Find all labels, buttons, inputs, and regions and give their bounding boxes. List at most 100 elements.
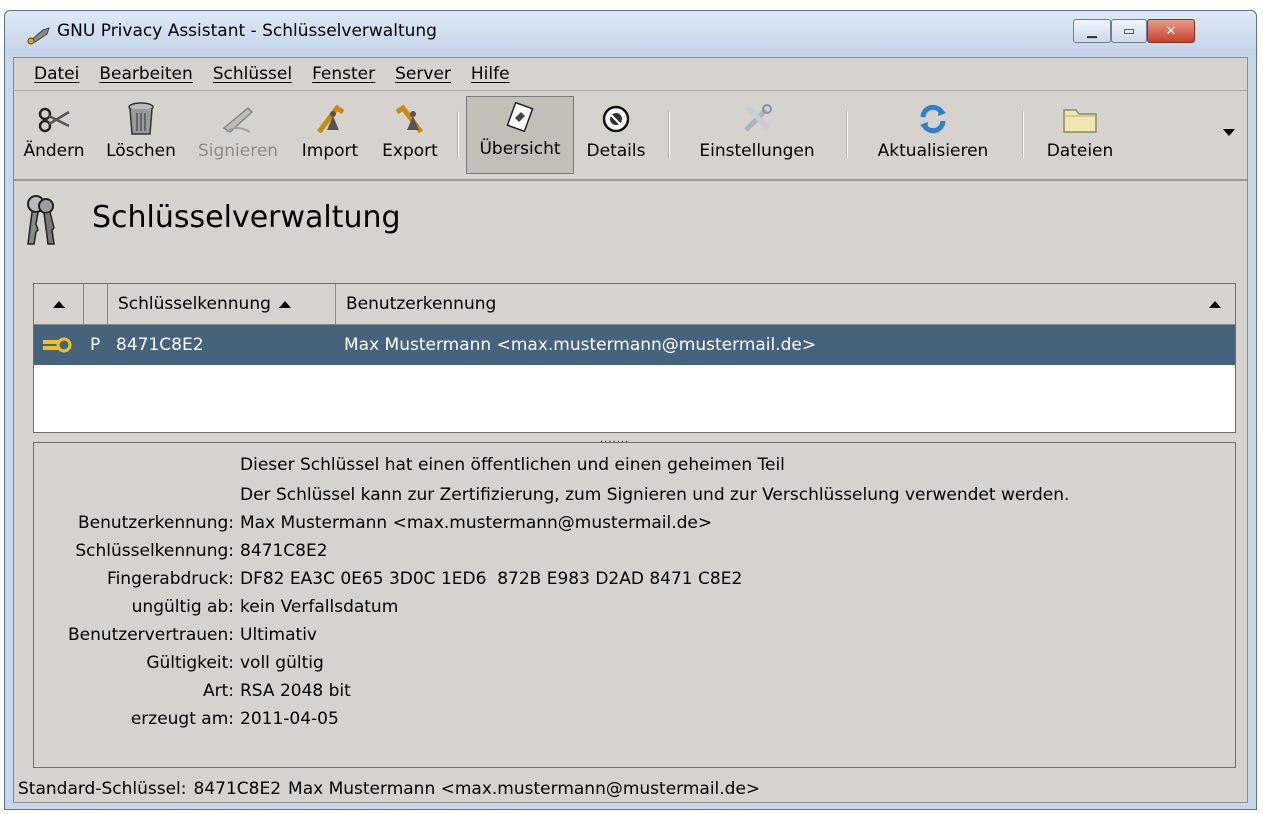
details-summary-line: Dieser Schlüssel hat einen öffentlichen … (240, 455, 785, 475)
import-button[interactable]: Import (292, 99, 368, 173)
details-label: Details (586, 141, 646, 161)
sign-button[interactable]: Signieren (190, 99, 286, 173)
settings-button[interactable]: Einstellungen (682, 99, 832, 173)
toolbar-separator (668, 111, 669, 159)
user-id-column-header[interactable]: Benutzerkennung (336, 284, 1235, 324)
detail-row: Fingerabdruck: DF82 EA3C 0E65 3D0C 1ED6 … (34, 569, 1224, 595)
detail-label: Schlüsselkennung: (75, 541, 234, 561)
export-label: Export (382, 141, 438, 161)
overview-card-icon (506, 102, 534, 132)
detail-label: ungültig ab: (131, 597, 234, 617)
overview-label: Übersicht (479, 139, 561, 159)
import-label: Import (301, 141, 359, 161)
sign-label: Signieren (197, 141, 279, 161)
sort-asc-icon (278, 300, 291, 308)
keyring-icon (27, 195, 55, 245)
menu-fenster[interactable]: Fenster (312, 64, 375, 84)
table-row[interactable]: P 8471C8E2 Max Mustermann <max.musterman… (34, 325, 1235, 365)
import-keys-icon (317, 104, 345, 134)
menu-bearbeiten[interactable]: Bearbeiten (99, 64, 192, 84)
user-id-header-label: Benutzerkennung (346, 294, 497, 314)
key-table: Schlüsselkennung Benutzerkennung P 8471C… (33, 283, 1236, 433)
refresh-label: Aktualisieren (877, 141, 989, 161)
detail-row: Gültigkeit: voll gültig (34, 653, 1224, 679)
detail-value: DF82 EA3C 0E65 3D0C 1ED6 872B E983 D2AD … (240, 569, 743, 589)
status-label: Standard-Schlüssel: (18, 779, 187, 799)
detail-row: erzeugt am: 2011-04-05 (34, 709, 1224, 735)
export-button[interactable]: Export (372, 99, 448, 173)
files-button[interactable]: Dateien (1032, 99, 1128, 173)
detail-label: erzeugt am: (130, 709, 234, 729)
detail-value: kein Verfallsdatum (240, 597, 399, 617)
user-id-cell: Max Mustermann <max.mustermann@mustermai… (344, 335, 817, 355)
sort-asc-icon (1209, 300, 1221, 308)
sign-pen-icon (222, 106, 254, 133)
menu-bar: Datei Bearbeiten Schlüssel Fenster Serve… (14, 58, 1247, 91)
detail-value: RSA 2048 bit (240, 681, 351, 701)
minimize-button[interactable]: ▁ (1073, 19, 1111, 43)
export-keys-icon (395, 104, 423, 134)
detail-value: 8471C8E2 (240, 541, 328, 561)
detail-label: Fingerabdruck: (107, 569, 234, 589)
delete-label: Löschen (106, 141, 176, 161)
key-id-cell: 8471C8E2 (116, 335, 204, 355)
key-id-header-label: Schlüsselkennung (118, 294, 271, 314)
menu-server[interactable]: Server (395, 64, 451, 84)
refresh-button[interactable]: Aktualisieren (856, 99, 1010, 173)
status-bar: Standard-Schlüssel: 8471C8E2 Max Musterm… (14, 776, 1247, 802)
details-disc-icon (602, 105, 630, 133)
trash-icon (128, 102, 154, 135)
overview-button[interactable]: Übersicht (466, 96, 574, 174)
detail-label: Benutzervertrauen: (67, 625, 234, 645)
tools-icon (744, 104, 772, 132)
menu-datei[interactable]: Datei (34, 64, 79, 84)
detail-row: ungültig ab: kein Verfallsdatum (34, 597, 1224, 623)
detail-label: Art: (202, 681, 234, 701)
change-label: Ändern (23, 141, 85, 161)
status-user: Max Mustermann <max.mustermann@mustermai… (288, 779, 761, 799)
settings-label: Einstellungen (699, 141, 815, 161)
details-capability-line: Der Schlüssel kann zur Zertifizierung, z… (240, 485, 1070, 505)
detail-value: Max Mustermann <max.mustermann@mustermai… (240, 513, 713, 533)
page-title: Schlüsselverwaltung (92, 200, 401, 235)
key-feather-icon (27, 27, 50, 45)
detail-value: voll gültig (240, 653, 324, 673)
close-button[interactable]: ✕ (1147, 19, 1195, 43)
status-key-id: 8471C8E2 (193, 779, 282, 799)
change-button[interactable]: Ändern (16, 99, 92, 173)
type-column-header[interactable] (84, 284, 108, 324)
details-button[interactable]: Details (576, 99, 656, 173)
detail-label: Benutzerkennung: (77, 513, 234, 533)
maximize-button[interactable]: ▭ (1111, 19, 1147, 43)
menu-hilfe[interactable]: Hilfe (471, 64, 510, 84)
sort-column-header[interactable] (34, 284, 84, 324)
files-label: Dateien (1046, 141, 1114, 161)
delete-button[interactable]: Löschen (98, 99, 184, 173)
detail-value: Ultimativ (240, 625, 317, 645)
detail-value: 2011-04-05 (240, 709, 339, 729)
toolbar-separator (1022, 111, 1023, 159)
title-bar[interactable]: GNU Privacy Assistant - Schlüsselverwalt… (5, 11, 1256, 55)
toolbar-separator (457, 111, 458, 159)
sort-asc-icon (52, 300, 65, 308)
client-area: Datei Bearbeiten Schlüssel Fenster Serve… (13, 57, 1248, 803)
detail-row: Benutzervertrauen: Ultimativ (34, 625, 1224, 651)
key-pair-icon (42, 325, 72, 365)
detail-row: Schlüsselkennung: 8471C8E2 (34, 541, 1224, 567)
refresh-icon (920, 104, 946, 134)
folder-icon (1063, 109, 1097, 133)
key-type-cell: P (90, 335, 101, 355)
key-id-column-header[interactable]: Schlüsselkennung (108, 284, 336, 324)
toolbar-separator (846, 111, 847, 159)
app-window: GNU Privacy Assistant - Schlüsselverwalt… (4, 10, 1257, 810)
key-details-panel: Dieser Schlüssel hat einen öffentlichen … (33, 442, 1236, 768)
detail-row: Art: RSA 2048 bit (34, 681, 1224, 707)
menu-schluessel[interactable]: Schlüssel (213, 64, 292, 84)
table-header: Schlüsselkennung Benutzerkennung (34, 284, 1235, 325)
detail-label: Gültigkeit: (146, 653, 234, 673)
toolbar-overflow-arrow[interactable] (1223, 129, 1235, 136)
toolbar: Ändern Löschen Signieren Import Export Ü… (14, 91, 1247, 181)
detail-row: Benutzerkennung: Max Mustermann <max.mus… (34, 513, 1224, 539)
window-title: GNU Privacy Assistant - Schlüsselverwalt… (57, 21, 437, 41)
scissors-icon (38, 107, 70, 133)
